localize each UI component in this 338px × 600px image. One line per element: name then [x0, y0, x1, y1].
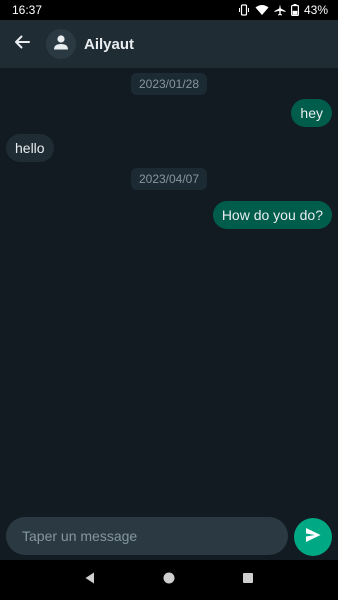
back-triangle-icon: [83, 571, 97, 590]
send-button[interactable]: [294, 518, 332, 556]
airplane-icon: [274, 4, 286, 16]
nav-recents-button[interactable]: [233, 565, 263, 595]
back-button[interactable]: [0, 20, 44, 68]
person-icon: [52, 33, 70, 56]
date-separator: 2023/01/28: [130, 73, 208, 95]
message-input[interactable]: [6, 517, 288, 555]
contact-name[interactable]: Ailyaut: [84, 36, 134, 53]
outgoing-message[interactable]: hey: [291, 99, 332, 127]
nav-home-button[interactable]: [154, 565, 184, 595]
battery-percent: 43%: [303, 3, 328, 17]
outgoing-message[interactable]: How do you do?: [212, 201, 332, 229]
vibrate-icon: [238, 4, 250, 16]
status-icons: 43%: [238, 3, 328, 17]
date-separator: 2023/04/07: [130, 168, 208, 190]
chat-header: Ailyaut: [0, 20, 338, 68]
recents-square-icon: [241, 571, 255, 590]
incoming-message[interactable]: hello: [6, 134, 54, 162]
avatar[interactable]: [46, 29, 76, 59]
status-time: 16:37: [12, 3, 43, 17]
home-circle-icon: [162, 571, 176, 590]
nav-back-button[interactable]: [75, 565, 105, 595]
send-icon: [304, 526, 322, 549]
wifi-icon: [255, 4, 269, 16]
arrow-left-icon: [12, 32, 32, 57]
message-list: 2023/01/28 hey hello 2023/04/07 How do y…: [0, 68, 338, 510]
status-bar: 16:37 43%: [0, 0, 338, 20]
system-nav-bar: [0, 560, 338, 600]
message-composer: [0, 510, 338, 560]
battery-icon: [290, 4, 299, 16]
